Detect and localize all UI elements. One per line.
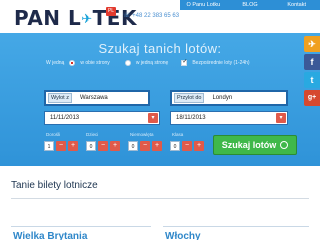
- adults-plus-button[interactable]: +: [68, 141, 78, 151]
- site-header: PAN L✈TEK PL ☏ +48 22 383 65 63 O Panu L…: [0, 0, 320, 33]
- phone-text: +48 22 383 65 63: [132, 13, 180, 19]
- to-value: Londyn: [212, 95, 233, 101]
- nav-contact[interactable]: Kontakt: [273, 0, 320, 10]
- children-count[interactable]: 0: [86, 141, 96, 151]
- children-label: Dzieci: [86, 132, 99, 137]
- class-plus-button[interactable]: +: [194, 141, 204, 151]
- adults-label: Dorośli: [46, 132, 61, 137]
- round-trip-label: w obie strony: [80, 60, 110, 66]
- logo-text-start: PAN L: [14, 6, 82, 30]
- plane-icon: ✈: [81, 12, 93, 27]
- trip-options: W jedną w obie strony w jedną stronę Bez…: [46, 58, 250, 66]
- divider: [11, 198, 309, 199]
- trip-label: W jedną: [46, 60, 65, 66]
- class-minus-button[interactable]: −: [182, 141, 192, 151]
- class-label: Klasa: [172, 132, 184, 137]
- one-way-label: w jedną stronę: [135, 60, 169, 66]
- search-title: Szukaj tanich lotów:: [98, 41, 222, 56]
- round-trip-radio[interactable]: [69, 60, 76, 66]
- class-count[interactable]: 0: [170, 141, 180, 151]
- adults-minus-button[interactable]: −: [56, 141, 66, 151]
- nav-blog[interactable]: BLOG: [227, 0, 274, 10]
- children-minus-button[interactable]: −: [98, 141, 108, 151]
- calendar-icon[interactable]: ▾: [276, 113, 286, 123]
- return-date-value: 18/11/2013: [176, 115, 206, 121]
- from-value: Warszawa: [79, 95, 108, 101]
- infants-label: Niemowlęta: [130, 132, 154, 137]
- search-icon: [280, 141, 289, 149]
- plane-share-icon[interactable]: ✈: [304, 36, 320, 52]
- calendar-icon[interactable]: ▾: [148, 113, 158, 123]
- return-date-field[interactable]: 18/11/2013 ▾: [170, 111, 288, 125]
- departure-date-field[interactable]: 11/11/2013 ▾: [44, 111, 160, 125]
- site-logo[interactable]: PAN L✈TEK: [14, 6, 137, 30]
- phone-number: ☏ +48 22 383 65 63: [123, 12, 179, 19]
- phone-icon: ☏: [123, 13, 133, 19]
- destination-card[interactable]: Wielka Brytania: [11, 226, 151, 240]
- search-flights-label: Szukaj lotów: [221, 140, 277, 150]
- direct-flights-checkbox[interactable]: [181, 58, 187, 66]
- search-flights-button[interactable]: Szukaj lotów: [213, 135, 297, 155]
- infants-plus-button[interactable]: +: [152, 141, 162, 151]
- adults-count[interactable]: 1: [44, 141, 54, 151]
- destination-title[interactable]: Wielka Brytania: [13, 231, 87, 240]
- infants-count[interactable]: 0: [128, 141, 138, 151]
- departure-date-value: 11/11/2013: [50, 115, 80, 121]
- from-tag: Wylot z: [48, 93, 72, 103]
- children-plus-button[interactable]: +: [110, 141, 120, 151]
- section-title: Tanie bilety lotnicze: [11, 180, 98, 191]
- to-field[interactable]: Przylot do Londyn: [170, 90, 288, 106]
- infants-minus-button[interactable]: −: [140, 141, 150, 151]
- twitter-icon[interactable]: t: [304, 72, 320, 88]
- locale-badge: PL: [106, 7, 116, 16]
- destination-card[interactable]: Włochy: [163, 226, 309, 240]
- to-tag: Przylot do: [174, 93, 205, 103]
- facebook-icon[interactable]: f: [304, 54, 320, 70]
- children-stepper: 0 − +: [86, 141, 120, 151]
- direct-flights-label: Bezpośrednie loty (1-24h): [192, 60, 250, 66]
- from-field[interactable]: Wylot z Warszawa: [44, 90, 150, 106]
- destination-title[interactable]: Włochy: [165, 231, 201, 240]
- one-way-radio[interactable]: [124, 60, 131, 66]
- nav-about[interactable]: O Panu Lotku: [180, 0, 227, 10]
- adults-stepper: 1 − +: [44, 141, 78, 151]
- infants-stepper: 0 − +: [128, 141, 162, 151]
- top-navigation: O Panu Lotku BLOG Kontakt: [180, 0, 320, 10]
- search-panel: Szukaj tanich lotów: W jedną w obie stro…: [0, 33, 320, 166]
- social-bar: ✈ f t g+: [304, 36, 320, 106]
- class-stepper: 0 − +: [170, 141, 204, 151]
- google-plus-icon[interactable]: g+: [304, 90, 320, 106]
